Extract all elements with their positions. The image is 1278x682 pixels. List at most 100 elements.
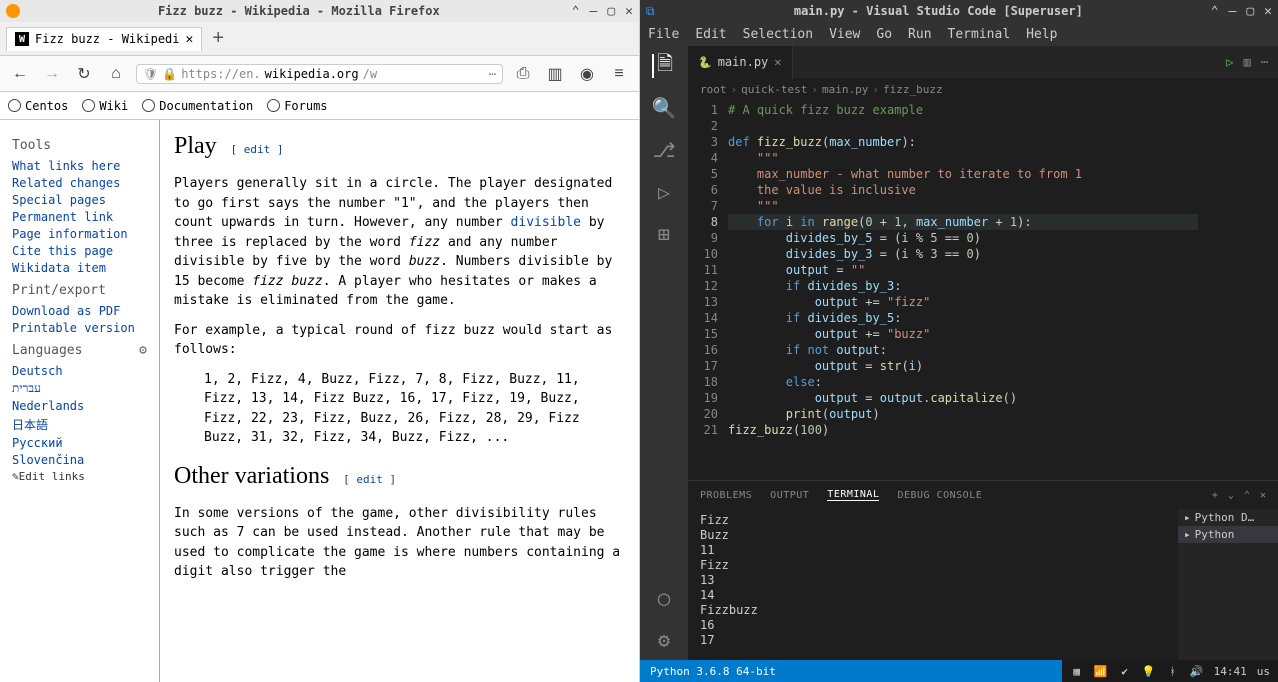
maximize-panel-icon[interactable]: ⌃: [1244, 490, 1250, 501]
reload-button[interactable]: ↻: [72, 62, 96, 86]
terminal-session[interactable]: ▸ Python D…: [1178, 509, 1278, 526]
tray-icon[interactable]: ▦: [1070, 664, 1084, 678]
minimize-icon[interactable]: —: [1229, 4, 1237, 19]
panel-tab-terminal[interactable]: TERMINAL: [827, 489, 879, 501]
panel-tab-debug-console[interactable]: DEBUG CONSOLE: [897, 490, 982, 501]
menu-icon[interactable]: ≡: [607, 62, 631, 86]
editor-tabs: 🐍 main.py ✕ ▷ ▥ ⋯: [688, 46, 1278, 78]
terminal-line: 11: [700, 543, 1166, 558]
sidebar-language-link[interactable]: Nederlands: [12, 399, 147, 413]
menu-view[interactable]: View: [829, 27, 860, 42]
breadcrumb-segment[interactable]: quick-test: [741, 83, 807, 96]
sidebar-language-link[interactable]: 日本語: [12, 416, 147, 433]
breadcrumb-segment[interactable]: root: [700, 83, 727, 96]
divisible-link[interactable]: divisible: [511, 215, 581, 230]
close-icon[interactable]: ✕: [1264, 4, 1272, 19]
bookmark-item[interactable]: Wiki: [82, 99, 128, 113]
section-edit-link[interactable]: [ edit ]: [231, 143, 284, 156]
bookmark-item[interactable]: Documentation: [142, 99, 253, 113]
menu-go[interactable]: Go: [876, 27, 892, 42]
close-panel-icon[interactable]: ✕: [1260, 490, 1266, 501]
clock[interactable]: 14:41: [1214, 665, 1247, 678]
terminal-line: Fizz: [700, 513, 1166, 528]
account-icon[interactable]: ◉: [575, 62, 599, 86]
keyboard-layout[interactable]: us: [1257, 665, 1270, 678]
split-editor-icon[interactable]: ▥: [1244, 55, 1251, 69]
sidebar-language-link[interactable]: Русский: [12, 436, 147, 450]
sidebar-icon[interactable]: ▥: [543, 62, 567, 86]
sidebar-tool-link[interactable]: Related changes: [12, 176, 147, 190]
bluetooth-icon[interactable]: ᚼ: [1166, 664, 1180, 678]
maximize-icon[interactable]: ▢: [1246, 4, 1254, 19]
status-python[interactable]: Python 3.6.8 64-bit: [650, 665, 776, 678]
minimize-icon[interactable]: —: [590, 4, 598, 19]
back-button[interactable]: ←: [8, 62, 32, 86]
menu-terminal[interactable]: Terminal: [948, 27, 1011, 42]
breadcrumb-segment[interactable]: main.py: [822, 83, 868, 96]
chevron-down-icon[interactable]: ⌄: [1228, 490, 1234, 501]
explorer-icon[interactable]: 🗎: [652, 54, 676, 78]
new-terminal-icon[interactable]: +: [1212, 490, 1218, 501]
editor-tab-main-py[interactable]: 🐍 main.py ✕: [688, 46, 793, 78]
sidebar-language-link[interactable]: Deutsch: [12, 364, 147, 378]
forward-button[interactable]: →: [40, 62, 64, 86]
sidebar-print-link[interactable]: Printable version: [12, 321, 147, 335]
gear-icon[interactable]: ⚙: [139, 343, 147, 358]
search-icon[interactable]: 🔍: [652, 96, 676, 120]
languages-label: Languages: [12, 343, 82, 358]
library-icon[interactable]: ⎙: [511, 62, 535, 86]
sidebar-tool-link[interactable]: Cite this page: [12, 244, 147, 258]
terminal-output[interactable]: FizzBuzz11Fizz1314Fizzbuzz1617: [688, 509, 1178, 660]
code-editor[interactable]: 123456789101112131415161718192021 # A qu…: [688, 100, 1278, 480]
section-edit-link[interactable]: [ edit ]: [343, 473, 396, 486]
check-icon[interactable]: ✔: [1118, 664, 1132, 678]
sidebar-print-link[interactable]: Download as PDF: [12, 304, 147, 318]
expand-icon[interactable]: ⌃: [1211, 4, 1219, 19]
code-area[interactable]: # A quick fizz buzz example def fizz_buz…: [728, 100, 1198, 480]
run-debug-icon[interactable]: ▷: [652, 180, 676, 204]
sidebar-language-link[interactable]: עברית: [12, 381, 147, 396]
terminal-session[interactable]: ▸ Python: [1178, 526, 1278, 543]
home-button[interactable]: ⌂: [104, 62, 128, 86]
accounts-icon[interactable]: ◯: [652, 586, 676, 610]
sidebar-tool-link[interactable]: What links here: [12, 159, 147, 173]
tab-close-icon[interactable]: ✕: [774, 55, 781, 69]
bulb-icon[interactable]: 💡: [1142, 664, 1156, 678]
menu-file[interactable]: File: [648, 27, 679, 42]
minimap[interactable]: [1198, 100, 1278, 480]
settings-icon[interactable]: ⚙: [652, 628, 676, 652]
sidebar-language-link[interactable]: Slovenčina: [12, 453, 147, 467]
wifi-icon[interactable]: 📶: [1094, 664, 1108, 678]
tab-label: main.py: [718, 55, 769, 69]
sidebar-tool-link[interactable]: Wikidata item: [12, 261, 147, 275]
menu-run[interactable]: Run: [908, 27, 931, 42]
source-control-icon[interactable]: ⎇: [652, 138, 676, 162]
new-tab-button[interactable]: +: [212, 27, 224, 50]
sidebar-tool-link[interactable]: Special pages: [12, 193, 147, 207]
menu-selection[interactable]: Selection: [743, 27, 813, 42]
tab-close-icon[interactable]: ✕: [186, 32, 194, 47]
more-actions-icon[interactable]: ⋯: [1261, 55, 1268, 69]
menu-help[interactable]: Help: [1026, 27, 1057, 42]
extensions-icon[interactable]: ⊞: [652, 222, 676, 246]
run-button[interactable]: ▷: [1226, 55, 1233, 69]
menu-edit[interactable]: Edit: [695, 27, 726, 42]
breadcrumb-segment[interactable]: fizz_buzz: [883, 83, 943, 96]
close-icon[interactable]: ✕: [625, 4, 633, 19]
panel-tab-output[interactable]: OUTPUT: [770, 490, 809, 501]
wikipedia-sidebar: Tools What links hereRelated changesSpec…: [0, 120, 160, 682]
maximize-icon[interactable]: ▢: [607, 4, 615, 19]
page-actions-icon[interactable]: ⋯: [489, 67, 496, 81]
url-bar[interactable]: 🛡 🔒 https://en.wikipedia.org/w ⋯: [136, 64, 503, 84]
firefox-tab[interactable]: W Fizz buzz - Wikipedi ✕: [6, 27, 202, 51]
edit-links[interactable]: ✎Edit links: [12, 470, 147, 483]
panel-tab-problems[interactable]: PROBLEMS: [700, 490, 752, 501]
breadcrumb[interactable]: root›quick-test›main.py›fizz_buzz: [688, 78, 1278, 100]
sidebar-tool-link[interactable]: Page information: [12, 227, 147, 241]
volume-icon[interactable]: 🔊: [1190, 664, 1204, 678]
chevron-right-icon: ›: [811, 83, 818, 96]
expand-icon[interactable]: ⌃: [572, 4, 580, 19]
bookmark-item[interactable]: Centos: [8, 99, 68, 113]
bookmark-item[interactable]: Forums: [267, 99, 327, 113]
sidebar-tool-link[interactable]: Permanent link: [12, 210, 147, 224]
